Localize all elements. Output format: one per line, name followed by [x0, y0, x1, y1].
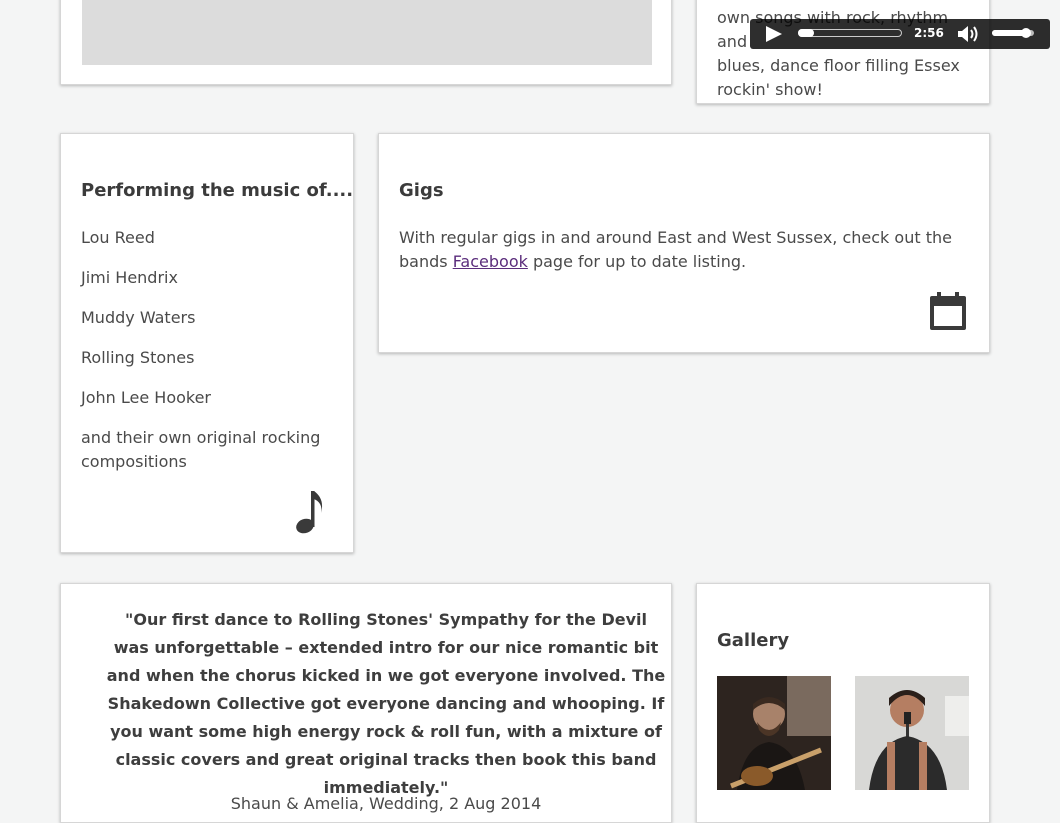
list-item: Muddy Waters: [81, 308, 196, 327]
audio-player: 2:56: [750, 19, 1050, 49]
gigs-card: Gigs With regular gigs in and around Eas…: [378, 133, 990, 353]
performing-closing: and their own original rocking compositi…: [81, 428, 321, 471]
volume-icon[interactable]: [956, 24, 980, 44]
music-note-icon: [296, 491, 323, 534]
guitarist-photo: [717, 676, 831, 790]
list-item: Lou Reed: [81, 228, 155, 247]
gigs-text: With regular gigs in and around East and…: [399, 226, 979, 274]
seek-progress: [798, 29, 814, 37]
about-card: own songs with rock, rhythm and blues, d…: [696, 0, 990, 104]
gigs-heading: Gigs: [399, 180, 444, 201]
about-line: rockin' show!: [717, 80, 823, 99]
about-line: blues, dance floor filling Essex: [717, 56, 960, 75]
video-embed[interactable]: [82, 0, 652, 65]
calendar-icon: [930, 292, 966, 330]
volume-handle[interactable]: [1021, 28, 1031, 38]
list-item: Jimi Hendrix: [81, 268, 178, 287]
testimonial-card: "Our first dance to Rolling Stones' Symp…: [60, 583, 672, 823]
video-card: [60, 0, 672, 85]
singer-photo: [855, 676, 969, 790]
performing-card: Performing the music of.... Lou Reed Jim…: [60, 133, 354, 553]
performing-heading: Performing the music of....: [81, 180, 354, 201]
play-icon[interactable]: [766, 26, 782, 42]
gallery-thumbnail[interactable]: [717, 676, 831, 790]
gallery-thumbnail[interactable]: [855, 676, 969, 790]
time-label: 2:56: [914, 26, 944, 40]
gallery-heading: Gallery: [717, 630, 790, 651]
artist-list: Lou Reed Jimi Hendrix Muddy Waters Rolli…: [81, 226, 331, 426]
gallery-card: Gallery: [696, 583, 990, 823]
facebook-link[interactable]: Facebook: [453, 252, 528, 271]
list-item: John Lee Hooker: [81, 388, 212, 407]
list-item: Rolling Stones: [81, 348, 195, 367]
gigs-text-after: page for up to date listing.: [527, 252, 747, 271]
testimonial-quote: "Our first dance to Rolling Stones' Symp…: [106, 610, 666, 797]
